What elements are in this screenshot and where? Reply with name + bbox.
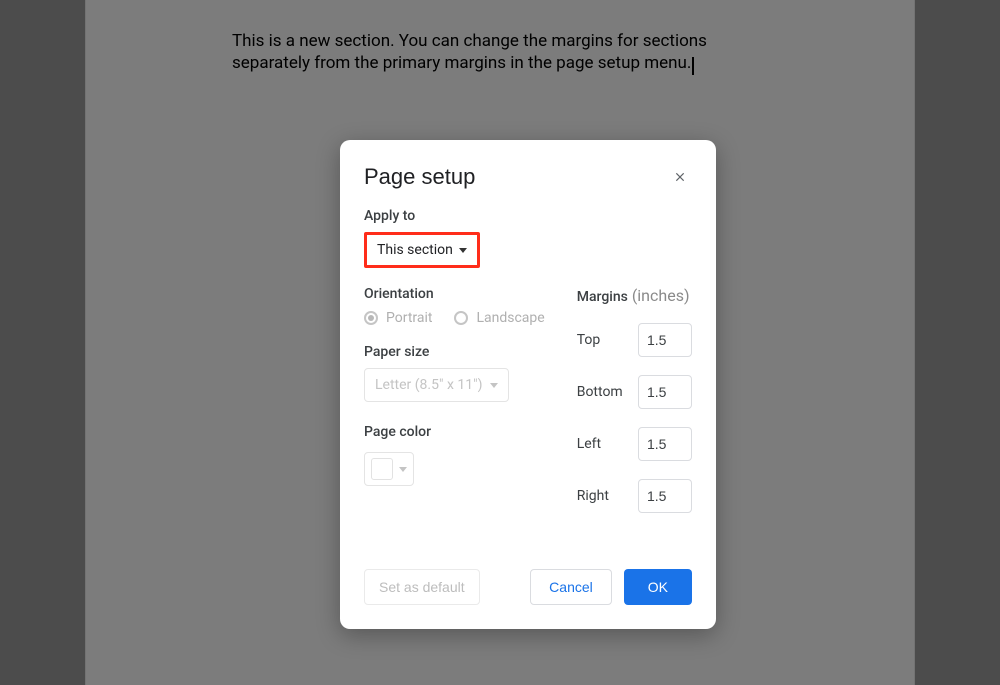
margins-heading: Margins (inches) (577, 286, 692, 305)
left-column: Orientation Portrait Landscape Paper siz… (364, 286, 545, 513)
orientation-group: Portrait Landscape (364, 310, 545, 326)
footer-actions: Cancel OK (530, 569, 692, 605)
dialog-columns: Orientation Portrait Landscape Paper siz… (364, 286, 692, 513)
chevron-down-icon (490, 383, 498, 388)
apply-to-value: This section (377, 242, 453, 258)
orientation-portrait-label: Portrait (386, 310, 432, 326)
orientation-landscape-radio[interactable]: Landscape (454, 310, 544, 326)
ok-button[interactable]: OK (624, 569, 692, 605)
page-color-label: Page color (364, 424, 545, 440)
dialog-footer: Set as default Cancel OK (364, 569, 692, 605)
paper-size-label: Paper size (364, 344, 545, 360)
margins-unit: (inches) (632, 286, 690, 305)
page-setup-dialog: Page setup Apply to This section Orienta… (340, 140, 716, 629)
chevron-down-icon (459, 248, 467, 253)
right-column: Margins (inches) Top Bottom Left Right (577, 286, 692, 513)
margin-top-row: Top (577, 323, 692, 357)
margin-top-label: Top (577, 332, 601, 348)
paper-size-value: Letter (8.5" x 11") (375, 377, 482, 393)
cancel-button[interactable]: Cancel (530, 569, 612, 605)
margin-right-input[interactable] (638, 479, 692, 513)
apply-to-label: Apply to (364, 208, 692, 224)
orientation-label: Orientation (364, 286, 545, 302)
apply-to-select[interactable]: This section (364, 232, 480, 268)
margin-bottom-row: Bottom (577, 375, 692, 409)
close-icon (673, 170, 687, 184)
page-color-select[interactable] (364, 452, 414, 486)
radio-selected-icon (364, 311, 378, 325)
margin-right-row: Right (577, 479, 692, 513)
chevron-down-icon (399, 467, 407, 472)
margin-bottom-input[interactable] (638, 375, 692, 409)
paper-size-select[interactable]: Letter (8.5" x 11") (364, 368, 509, 402)
close-button[interactable] (668, 165, 692, 189)
margin-bottom-label: Bottom (577, 384, 623, 400)
set-as-default-button[interactable]: Set as default (364, 569, 480, 605)
orientation-landscape-label: Landscape (476, 310, 544, 326)
margin-left-input[interactable] (638, 427, 692, 461)
margin-right-label: Right (577, 488, 609, 504)
dialog-header: Page setup (364, 164, 692, 190)
margin-left-row: Left (577, 427, 692, 461)
orientation-portrait-radio[interactable]: Portrait (364, 310, 432, 326)
dialog-title: Page setup (364, 164, 475, 190)
margins-label: Margins (577, 289, 628, 305)
margin-left-label: Left (577, 436, 601, 452)
margin-top-input[interactable] (638, 323, 692, 357)
radio-unselected-icon (454, 311, 468, 325)
color-swatch-icon (371, 458, 393, 480)
